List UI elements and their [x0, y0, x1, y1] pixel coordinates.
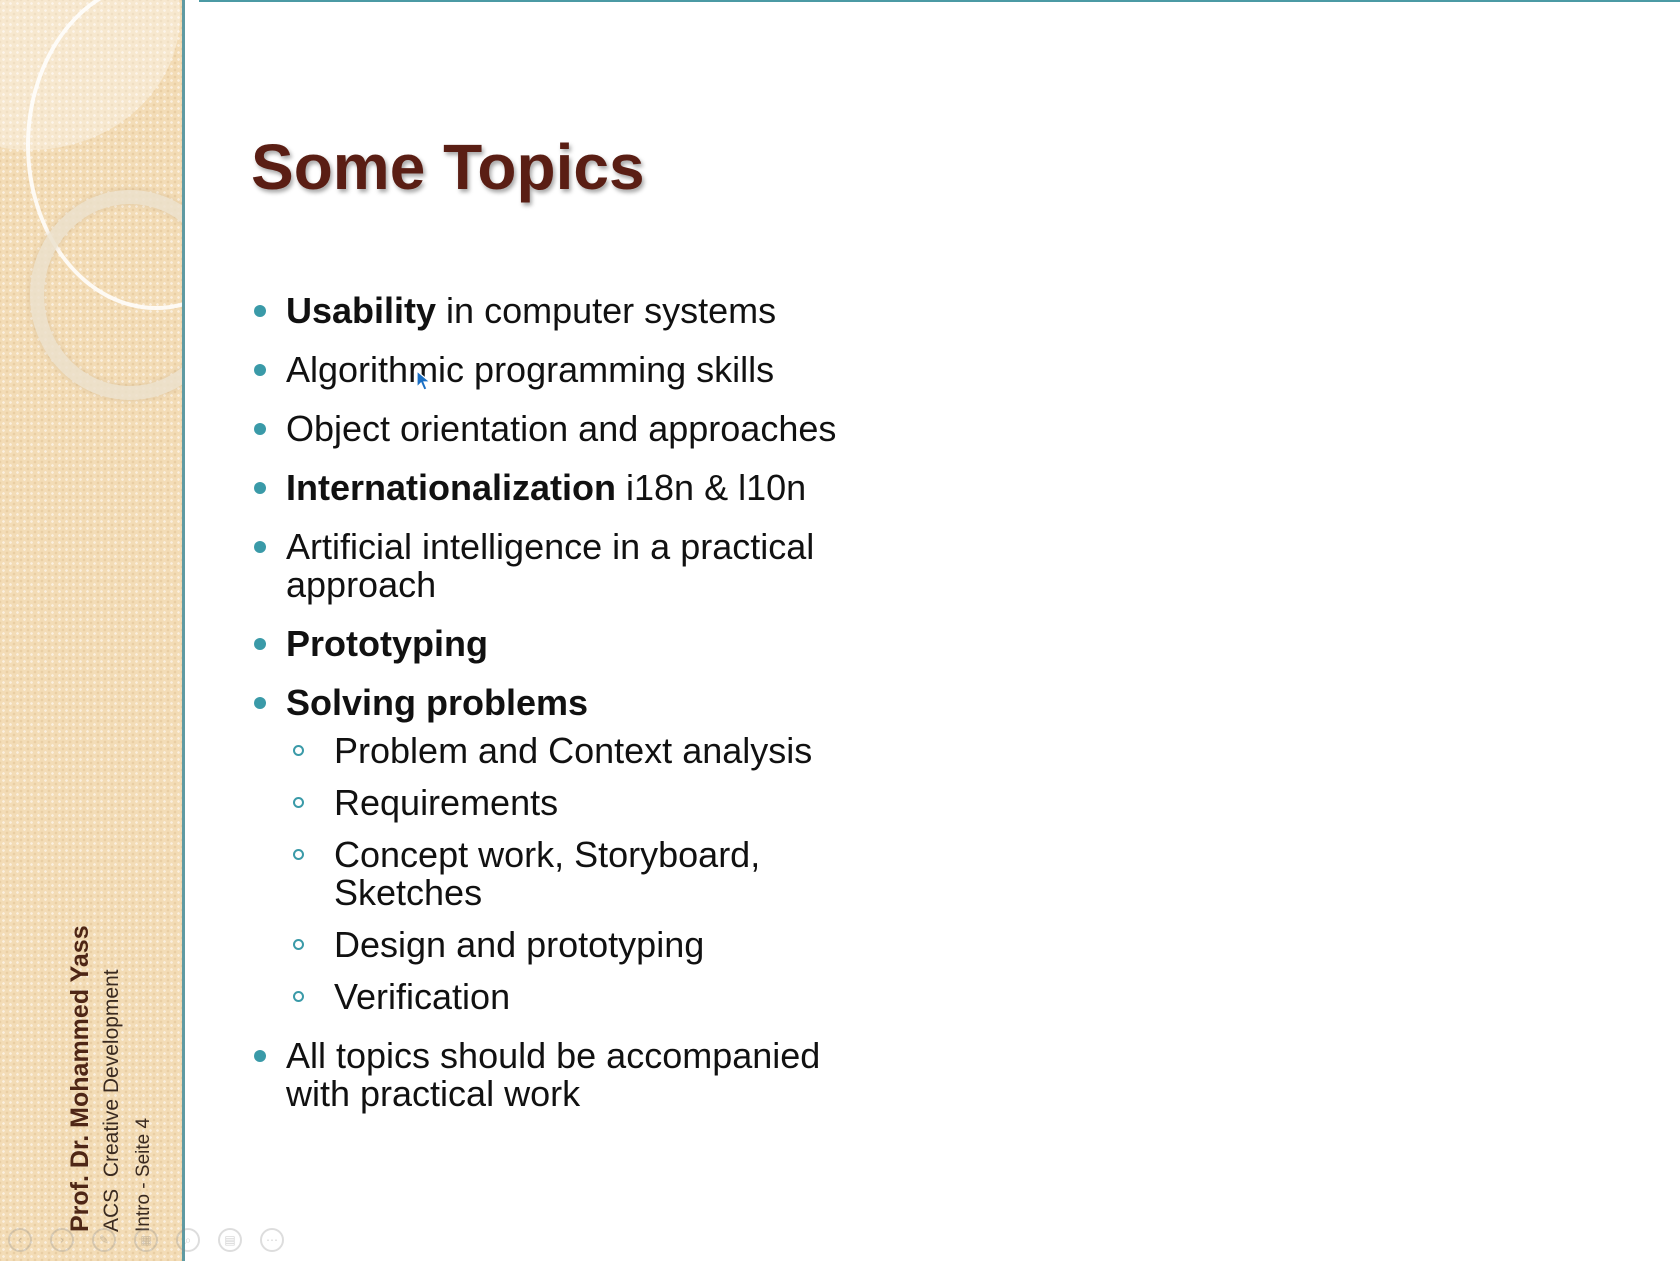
topic-item: Object orientation and approaches [252, 410, 872, 448]
subtopic-list: Problem and Context analysis Requirement… [286, 732, 872, 1016]
topic-bold-text: Solving problems [286, 682, 589, 723]
bullet-icon [254, 364, 266, 376]
bullet-icon [254, 1050, 266, 1062]
topic-text: All topics should be accompanied with pr… [286, 1035, 821, 1114]
slides-icon[interactable]: ▦ [134, 1228, 158, 1252]
footer-author: Prof. Dr. Mohammed Yass [66, 925, 94, 1232]
hollow-bullet-icon [293, 745, 304, 756]
subtopic-text: Verification [334, 976, 511, 1017]
subtopic-item: Concept work, Storyboard, Sketches [286, 836, 872, 912]
bullet-icon [254, 482, 266, 494]
slide-footer: Prof. Dr. Mohammed Yass ACS Creative Dev… [64, 925, 160, 1232]
hollow-bullet-icon [293, 797, 304, 808]
topic-text: Artificial intelligence in a practical a… [286, 526, 815, 605]
bullet-icon [254, 541, 266, 553]
topic-bold-text: Prototyping [286, 623, 488, 664]
subtopic-item: Design and prototyping [286, 926, 872, 964]
topic-text: Algorithmic programming skills [286, 349, 775, 390]
topic-text: in computer systems [436, 290, 777, 331]
subtopic-item: Requirements [286, 784, 872, 822]
subtitles-icon[interactable]: ▤ [218, 1228, 242, 1252]
hollow-bullet-icon [293, 991, 304, 1002]
footer-course: ACS Creative Development [100, 969, 123, 1232]
subtopic-text: Concept work, Storyboard, Sketches [334, 834, 761, 913]
subtopic-text: Requirements [334, 782, 559, 823]
hollow-bullet-icon [293, 849, 304, 860]
bullet-icon [254, 305, 266, 317]
previous-slide-icon[interactable]: ‹ [8, 1228, 32, 1252]
topic-item: Solving problems Problem and Context ana… [252, 684, 872, 1016]
topic-item: Usability in computer systems [252, 292, 872, 330]
sidebar-divider [182, 0, 185, 1261]
mouse-cursor-icon [416, 370, 432, 391]
subtopic-text: Design and prototyping [334, 924, 705, 965]
top-accent-line [199, 0, 1680, 2]
topic-text: i18n & l10n [616, 467, 807, 508]
topic-list: Usability in computer systems Algorithmi… [252, 292, 872, 1134]
zoom-icon[interactable]: ⌕ [176, 1228, 200, 1252]
subtopic-item: Problem and Context analysis [286, 732, 872, 770]
slide: Prof. Dr. Mohammed Yass ACS Creative Dev… [0, 0, 1680, 1261]
topic-item: All topics should be accompanied with pr… [252, 1037, 872, 1113]
subtopic-text: Problem and Context analysis [334, 730, 813, 771]
topic-text: Object orientation and approaches [286, 408, 837, 449]
bullet-icon [254, 423, 266, 435]
topic-bold-text: Internationalization [286, 467, 617, 508]
more-options-icon[interactable]: ⋯ [260, 1228, 284, 1252]
slideshow-controls: ‹ › ✎ ▦ ⌕ ▤ ⋯ [8, 1228, 284, 1252]
topic-item: Prototyping [252, 625, 872, 663]
hollow-bullet-icon [293, 939, 304, 950]
topic-bold-text: Usability [286, 290, 437, 331]
bullet-icon [254, 638, 266, 650]
bullet-icon [254, 697, 266, 709]
subtopic-item: Verification [286, 978, 872, 1016]
topic-item: Artificial intelligence in a practical a… [252, 528, 872, 604]
slide-title: Some Topics [251, 131, 645, 203]
topic-item: Internationalization i18n & l10n [252, 469, 872, 507]
pen-icon[interactable]: ✎ [92, 1228, 116, 1252]
decorative-sidebar: Prof. Dr. Mohammed Yass ACS Creative Dev… [0, 0, 182, 1261]
next-slide-icon[interactable]: › [50, 1228, 74, 1252]
footer-page-number: Intro - Seite 4 [133, 1117, 154, 1232]
topic-item: Algorithmic programming skills [252, 351, 872, 389]
